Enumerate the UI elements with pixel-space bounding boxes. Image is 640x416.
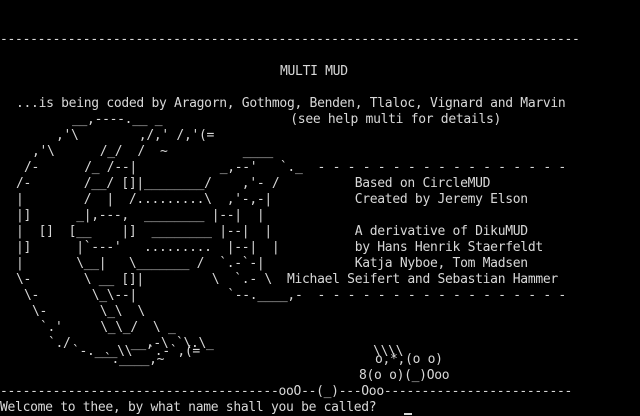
mud-terminal-window[interactable]: ----------------------------------------… [0,0,640,416]
credits-line: ...is being coded by Aragorn, Gothmog, B… [16,96,566,111]
ascii-art-line-4: /- /_ /--| _,--' `._ - - - - - - - - - -… [24,160,566,175]
ascii-art-line-3: ,'\ /_/ / ~ ____ [32,144,273,159]
ascii-art-line-12: \- \_\--| `--.____,- - - - - - - - - - -… [24,288,566,303]
bottom-separator-line: -------------------------------------ooO… [0,384,573,399]
top-separator-line: ----------------------------------------… [0,32,580,47]
ascii-art-line-11: \- \ __ []| \ `.- \ Michael Seifert and … [16,272,558,287]
ascii-art-line-18: 8(o o)(_)Ooo [88,368,450,383]
text-cursor[interactable] [404,413,412,415]
ascii-art-line-10: | \__| \_______ / `.-`-| Katja Nyboe, To… [16,256,528,271]
ascii-art-line-5: /- /__/ []|________/ ,'- / Based on Circ… [16,176,491,191]
ascii-art-line-17: `.____,~ o,*,(o o) [104,352,443,367]
ascii-art-line-8: | [] [__ |] ________ |--| | A derivative… [16,224,528,239]
ascii-art-line-2: ,'\ ,/,' /,'(= [56,128,215,143]
ascii-art-line-9: |] |`---' ......... |--| | by Hans Henri… [16,240,543,255]
ascii-art-line-6: | / | /.........\ ,'-,-| Created by Jere… [16,192,528,207]
game-title: MULTI MUD [280,64,348,79]
ascii-art-line-14: `.' \_\_/ \ _ [40,320,176,335]
ascii-art-line-7: |] _|,---, ________ |--| | [16,208,265,223]
login-prompt: Welcome to thee, by what name shall you … [0,400,377,415]
ascii-art-line-1: __,----.__ _ (see help multi for details… [72,112,502,127]
ascii-art-line-13: \- \_\ \ [32,304,145,319]
